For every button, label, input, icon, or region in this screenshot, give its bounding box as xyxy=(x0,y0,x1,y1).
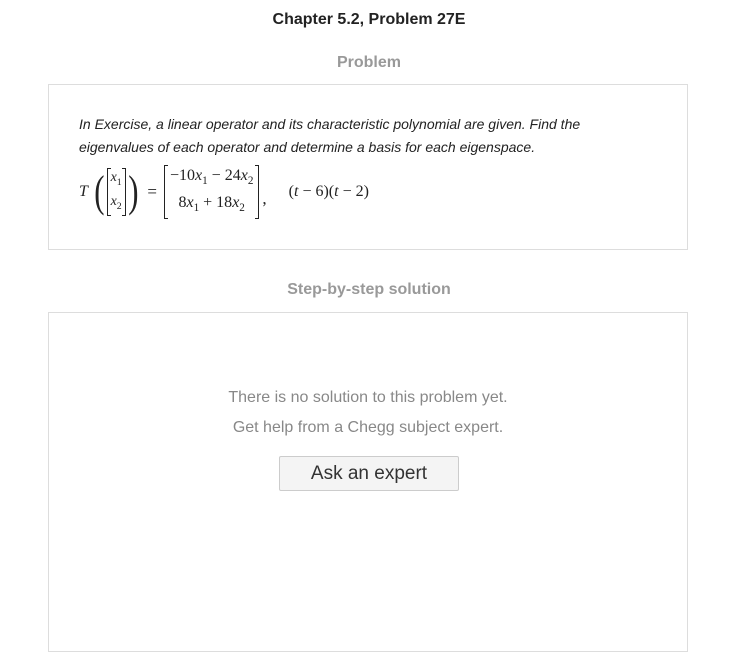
input-vector-row-1: x1 xyxy=(110,170,122,188)
get-help-message: Get help from a Chegg subject expert. xyxy=(232,419,504,436)
ask-an-expert-button[interactable]: Ask an expert xyxy=(279,456,459,491)
output-vector-row-1: −10x1 − 24x2 xyxy=(169,166,254,187)
equals-sign: = xyxy=(147,182,157,201)
input-vector: x1 x2 xyxy=(106,168,126,216)
problem-equation: T ( x1 x2 ) = −10x1 − 24x2 8x1 + 18x2 , … xyxy=(79,164,369,220)
solution-heading: Step-by-step solution xyxy=(287,281,451,298)
problem-statement: In Exercise, a linear operator and its c… xyxy=(79,113,659,159)
problem-panel: In Exercise, a linear operator and its c… xyxy=(48,84,688,250)
problem-text-line-1: In Exercise, a linear operator and its c… xyxy=(79,116,581,132)
problem-text-line-2: eigenvalues of each operator and determi… xyxy=(79,139,536,155)
output-vector: −10x1 − 24x2 8x1 + 18x2 xyxy=(163,164,260,220)
output-vector-row-2: 8x1 + 18x2 xyxy=(178,194,245,215)
page-title: Chapter 5.2, Problem 27E xyxy=(272,11,466,28)
left-paren: ( xyxy=(94,167,105,216)
equation-comma: , xyxy=(262,189,267,208)
operator-symbol: T xyxy=(79,183,88,200)
solution-panel: There is no solution to this problem yet… xyxy=(48,312,688,652)
input-vector-row-2: x2 xyxy=(110,194,122,212)
no-solution-message: There is no solution to this problem yet… xyxy=(228,389,508,406)
characteristic-polynomial: (t − 6)(t − 2) xyxy=(288,183,369,200)
right-paren: ) xyxy=(127,167,139,216)
problem-heading: Problem xyxy=(336,54,401,71)
